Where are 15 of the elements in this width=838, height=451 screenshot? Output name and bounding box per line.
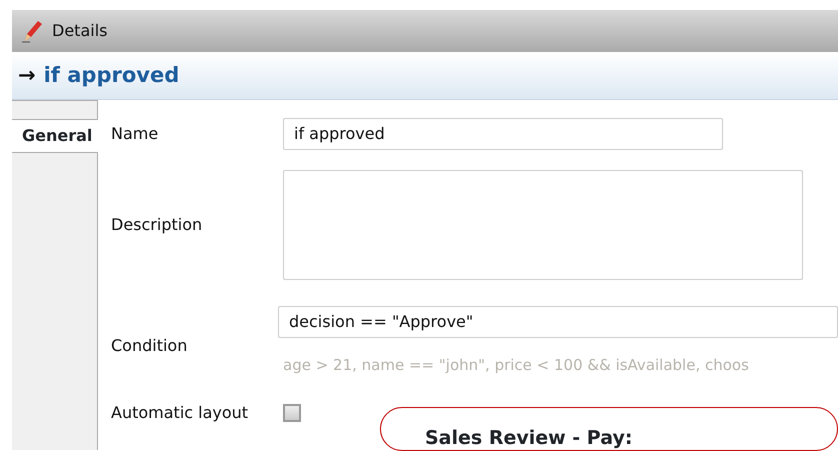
window-title: Details	[52, 20, 108, 42]
field-label: Description	[111, 214, 204, 236]
field-label: Name	[111, 123, 160, 145]
name-field[interactable]: if approved	[283, 118, 723, 150]
hint-text: age > 21, name == "john", price < 100 && isAvailable, choos	[283, 355, 750, 376]
header-title: if approved	[44, 62, 180, 89]
checkbox[interactable]	[283, 404, 301, 422]
field-label: Condition	[111, 335, 188, 357]
condition-field[interactable]: decision == "Approve"	[278, 306, 838, 338]
field-label: Automatic layout	[111, 402, 250, 424]
shape-title: Sales Review - Pay:	[425, 427, 632, 449]
tab[interactable]	[12, 100, 98, 120]
pencil-icon	[22, 19, 44, 43]
description-field[interactable]	[283, 170, 803, 280]
arrow-icon: →	[18, 60, 36, 92]
